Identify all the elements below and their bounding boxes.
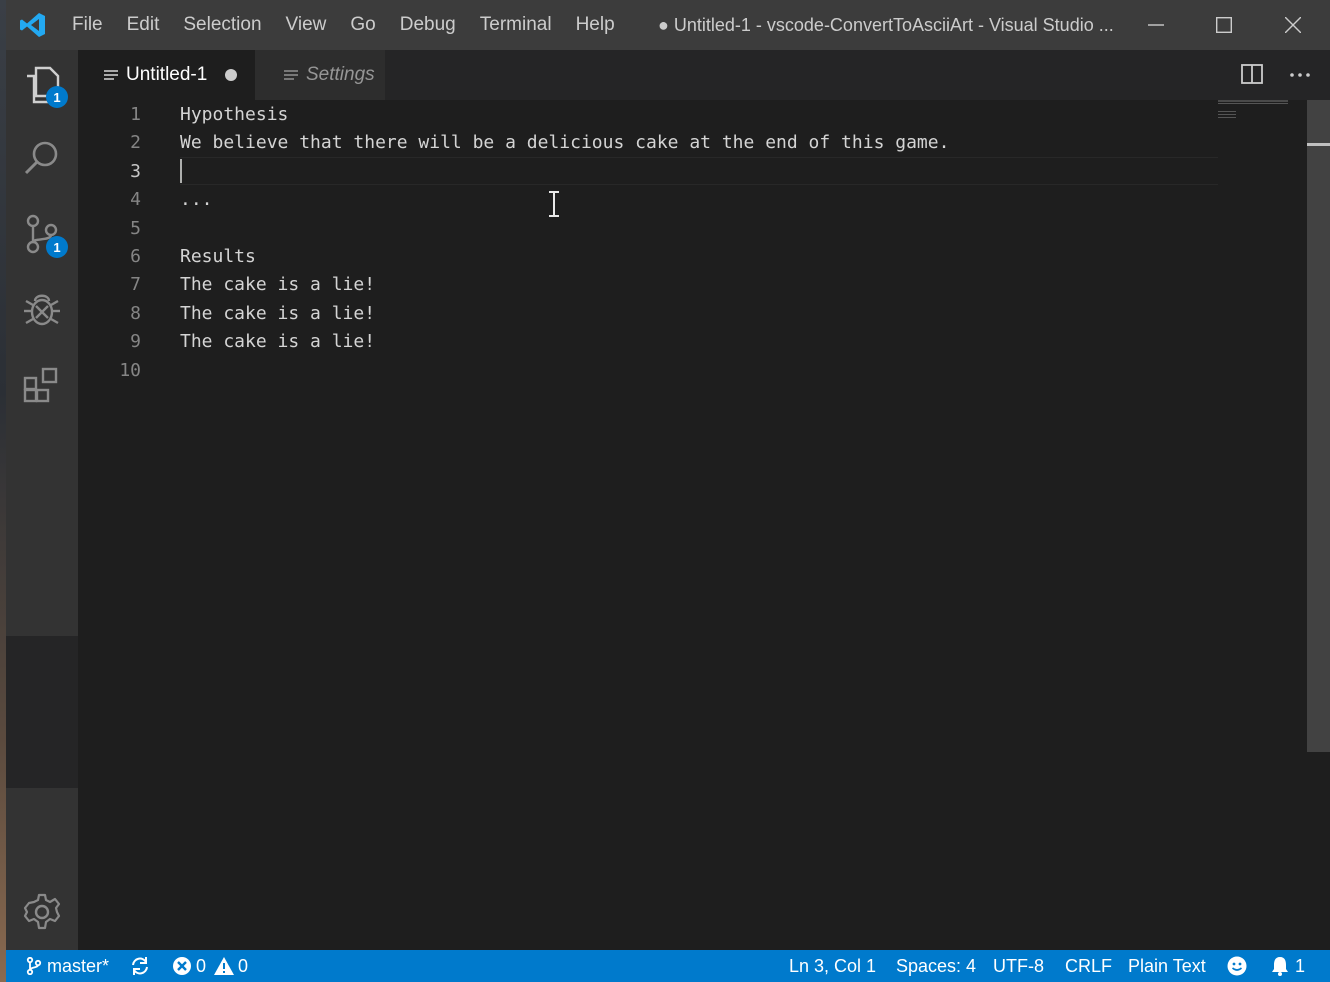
cursor-position[interactable]: Ln 3, Col 1 [789,950,876,982]
notification-count: 1 [1295,956,1306,976]
close-icon [1285,17,1301,33]
minimize-button[interactable] [1122,0,1190,50]
status-bar: master* 0 0 Ln 3, Col 1 Spaces: 4 UTF-8 … [6,950,1330,982]
bell-icon [1272,957,1288,976]
cursor-position-marker [1307,143,1330,146]
split-editor-button[interactable] [1241,63,1265,87]
text-cursor [180,159,182,183]
line-number: 10 [119,359,141,381]
tab-label: Settings [306,64,375,85]
menu-view[interactable]: View [274,0,339,50]
tab-label: Untitled-1 [126,64,208,85]
sync-icon [132,957,148,975]
vscode-logo-icon[interactable] [6,0,60,50]
menu-terminal[interactable]: Terminal [468,0,564,50]
editor-line[interactable]: 9 The cake is a lie! [78,328,1218,356]
source-control-badge: 1 [46,236,68,258]
problems-indicator[interactable]: 0 0 [172,950,248,982]
line-number: 5 [130,217,141,239]
tab-bar: Untitled-1 Settings [78,50,1330,100]
sync-button[interactable] [130,950,150,982]
extensions-button[interactable] [6,349,78,421]
language-mode[interactable]: Plain Text [1128,950,1206,982]
line-number: 7 [130,274,141,296]
text-file-icon [104,70,118,80]
editor-line[interactable]: 6 Results [78,243,1218,271]
split-editor-icon [1241,64,1263,84]
window-title: ● Untitled-1 - vscode-ConvertToAsciiArt … [658,15,1114,35]
menu-edit[interactable]: Edit [115,0,172,50]
line-number: 8 [130,302,141,324]
debug-button[interactable] [6,273,78,345]
line-number: 4 [130,189,141,211]
line-number: 6 [130,246,141,267]
editor-line[interactable]: 8 The cake is a lie! [78,300,1218,328]
activity-bar-empty-region [6,636,78,788]
line-number: 1 [130,104,141,125]
line-text: The cake is a lie! [180,331,376,353]
line-number: 2 [130,132,141,154]
tab-settings[interactable]: Settings [255,50,385,100]
ellipsis-icon [1290,73,1310,77]
encoding-setting[interactable]: UTF-8 [993,950,1044,982]
debug-icon [24,294,60,326]
indentation-setting[interactable]: Spaces: 4 [896,950,976,982]
tab-untitled-1[interactable]: Untitled-1 [78,50,255,100]
gear-icon [23,893,61,930]
unsaved-dot-icon[interactable] [225,69,238,81]
editor-line[interactable]: 7 The cake is a lie! [78,271,1218,299]
maximize-button[interactable] [1190,0,1258,50]
notifications-button[interactable]: 1 [1271,950,1305,982]
more-actions-button[interactable] [1288,63,1314,87]
line-number: 3 [130,160,141,182]
feedback-button[interactable] [1227,950,1247,982]
line-text: ... [180,189,213,211]
error-count: 0 [196,956,207,976]
source-control-button[interactable]: 1 [6,198,78,270]
explorer-badge: 1 [46,86,68,108]
editor-line[interactable]: 3 [78,158,1218,186]
search-icon [24,141,58,175]
settings-file-icon [284,70,298,80]
git-branch-icon [26,957,42,975]
smiley-icon [1227,956,1247,976]
editor-line[interactable]: 4... [78,186,1218,214]
search-button[interactable] [6,122,78,194]
menu-debug[interactable]: Debug [388,0,468,50]
explorer-button[interactable]: 1 [6,50,78,122]
editor-line[interactable]: 10 [78,357,1218,385]
maximize-icon [1216,17,1232,33]
branch-name: master* [47,956,110,976]
extensions-icon [23,367,58,403]
manage-button[interactable] [6,876,78,948]
editor-line[interactable]: 5 [78,215,1218,243]
error-icon [173,957,191,975]
text-select-cursor-icon [549,191,559,217]
line-number: 9 [130,331,141,353]
line-text: The cake is a lie! [180,274,376,296]
minimap[interactable] [1218,100,1288,120]
menu-go[interactable]: Go [338,0,387,50]
editor-area[interactable]: 1 Hypothesis 2 We believe that there will b… [78,100,1307,950]
editor-line[interactable]: 1 Hypothesis [78,101,1218,129]
menu-file[interactable]: File [60,0,115,50]
minimize-icon [1148,24,1164,26]
line-text: The cake is a lie! [180,302,376,324]
warning-count: 0 [238,956,249,976]
line-text: We believe that there will be a deliciou… [180,132,950,154]
menu-bar: File Edit Selection View Go Debug Termin… [60,0,627,50]
warning-icon [214,957,235,975]
title-bar: File Edit Selection View Go Debug Termin… [6,0,1330,50]
line-text: Results [180,246,256,267]
eol-setting[interactable]: CRLF [1065,950,1112,982]
editor-line[interactable]: 2 We believe that there will be a delicio… [78,129,1218,157]
branch-indicator[interactable]: master* [26,950,109,982]
close-button[interactable] [1259,0,1327,50]
menu-selection[interactable]: Selection [171,0,273,50]
vertical-scrollbar-thumb[interactable] [1307,100,1330,752]
menu-help[interactable]: Help [564,0,627,50]
line-text: Hypothesis [180,104,289,125]
